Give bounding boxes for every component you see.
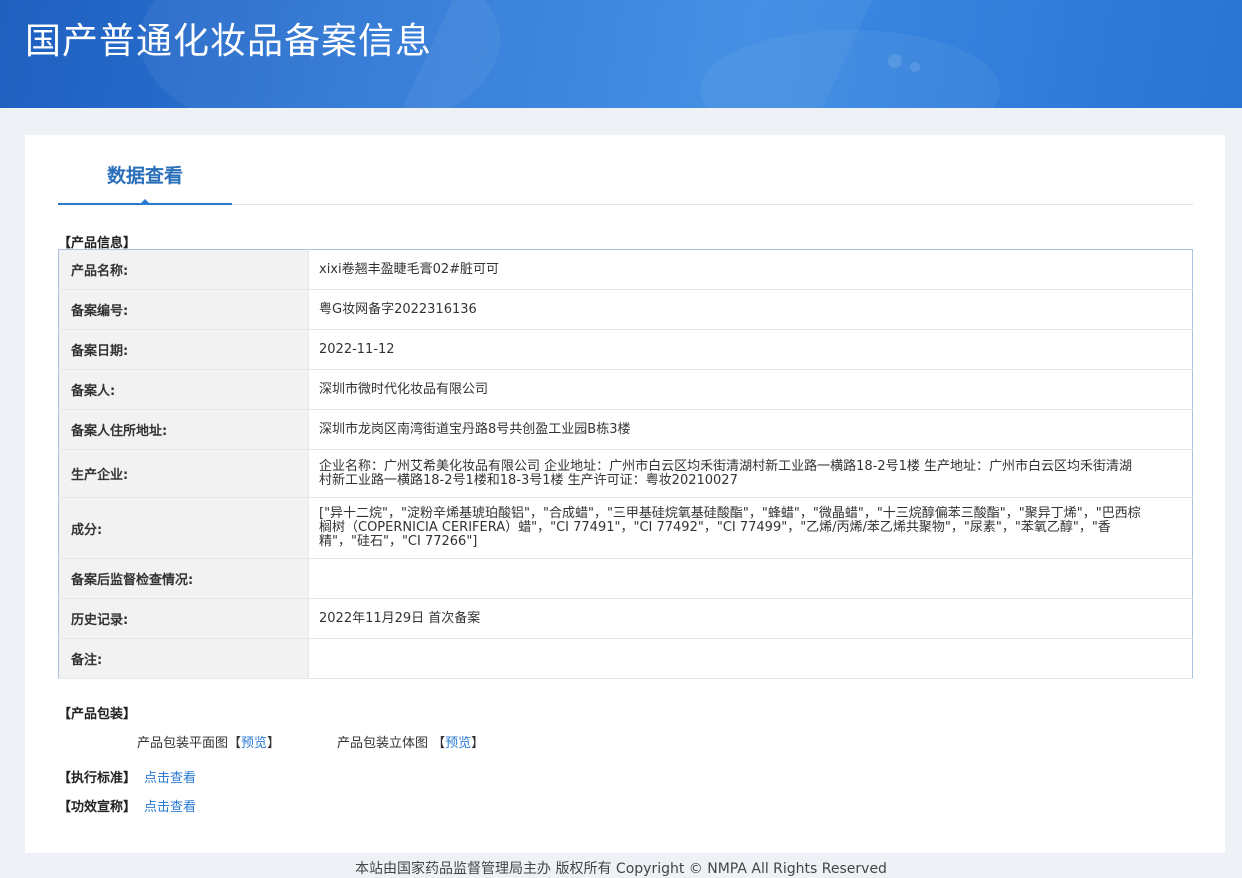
- table-row: 生产企业: 企业名称：广州艾希美化妆品有限公司 企业地址：广州市白云区均禾街清湖…: [58, 449, 1193, 498]
- standard-label: 【执行标准】: [58, 771, 137, 786]
- table-row: 备案编号: 粤G妆网备字2022316136: [58, 289, 1193, 330]
- packaging-flat-label: 产品包装平面图: [137, 736, 229, 751]
- banner-decoration: [910, 62, 920, 72]
- table-row: 备案人住所地址: 深圳市龙岗区南湾街道宝丹路8号共创盈工业园B栋3楼: [58, 409, 1193, 450]
- table-row: 成分: ["异十二烷"，"淀粉辛烯基琥珀酸铝"，"合成蜡"，"三甲基硅烷氧基硅酸…: [58, 497, 1193, 559]
- tab-bar: 数据查看: [58, 135, 1193, 205]
- table-row: 备案后监督检查情况:: [58, 558, 1193, 599]
- row-label: 备案后监督检查情况:: [58, 558, 309, 599]
- efficacy-label: 【功效宣称】: [58, 800, 137, 815]
- standard-view-link[interactable]: 点击查看: [144, 771, 196, 786]
- row-value: 2022-11-12: [308, 329, 1193, 370]
- row-label: 备注:: [58, 638, 309, 679]
- efficacy-row: 【功效宣称】 点击查看: [58, 796, 196, 815]
- row-value: [308, 638, 1193, 679]
- header-banner: 国产普通化妆品备案信息: [0, 0, 1242, 108]
- efficacy-view-link[interactable]: 点击查看: [144, 800, 196, 815]
- table-row: 备案日期: 2022-11-12: [58, 329, 1193, 370]
- packaging-solid-row: 产品包装立体图 【预览】: [337, 736, 485, 751]
- packaging-solid-preview-link[interactable]: 预览: [445, 736, 471, 751]
- row-value: 深圳市龙岗区南湾街道宝丹路8号共创盈工业园B栋3楼: [308, 409, 1193, 450]
- row-label: 备案人:: [58, 369, 309, 410]
- content-panel: 数据查看 【产品信息】 产品名称: xixi卷翘丰盈睫毛膏02#脏可可 备案编号…: [25, 135, 1225, 853]
- row-label: 备案编号:: [58, 289, 309, 330]
- packaging-flat-row: 产品包装平面图【预览】: [137, 736, 281, 751]
- row-value: ["异十二烷"，"淀粉辛烯基琥珀酸铝"，"合成蜡"，"三甲基硅烷氧基硅酸酯"，"…: [308, 497, 1193, 559]
- row-value: 深圳市微时代化妆品有限公司: [308, 369, 1193, 410]
- row-label: 备案人住所地址:: [58, 409, 309, 450]
- packaging-flat-preview-link[interactable]: 预览: [241, 736, 267, 751]
- product-info-table: 产品名称: xixi卷翘丰盈睫毛膏02#脏可可 备案编号: 粤G妆网备字2022…: [58, 249, 1193, 679]
- tab-data-view[interactable]: 数据查看: [58, 135, 232, 205]
- row-label: 成分:: [58, 497, 309, 559]
- row-label: 历史记录:: [58, 598, 309, 639]
- row-value: 企业名称：广州艾希美化妆品有限公司 企业地址：广州市白云区均禾街清湖村新工业路一…: [308, 449, 1193, 498]
- row-value: 2022年11月29日 首次备案: [308, 598, 1193, 639]
- row-label: 备案日期:: [58, 329, 309, 370]
- row-value: [308, 558, 1193, 599]
- row-label: 生产企业:: [58, 449, 309, 498]
- packaging-title: 【产品包装】: [58, 707, 137, 722]
- table-row: 备案人: 深圳市微时代化妆品有限公司: [58, 369, 1193, 410]
- banner-decoration: [888, 54, 902, 68]
- packaging-solid-label: 产品包装立体图: [337, 736, 429, 751]
- table-row: 历史记录: 2022年11月29日 首次备案: [58, 598, 1193, 639]
- row-label: 产品名称:: [58, 249, 309, 290]
- footer-copyright: 本站由国家药品监督管理局主办 版权所有 Copyright © NMPA All…: [355, 861, 887, 877]
- tab-indicator-caret: [139, 199, 151, 205]
- standard-row: 【执行标准】 点击查看: [58, 767, 196, 786]
- table-row: 产品名称: xixi卷翘丰盈睫毛膏02#脏可可: [58, 249, 1193, 290]
- row-value: 粤G妆网备字2022316136: [308, 289, 1193, 330]
- table-row: 备注:: [58, 638, 1193, 679]
- tab-label: 数据查看: [106, 165, 183, 187]
- row-value: xixi卷翘丰盈睫毛膏02#脏可可: [308, 249, 1193, 290]
- page-title: 国产普通化妆品备案信息: [25, 21, 433, 62]
